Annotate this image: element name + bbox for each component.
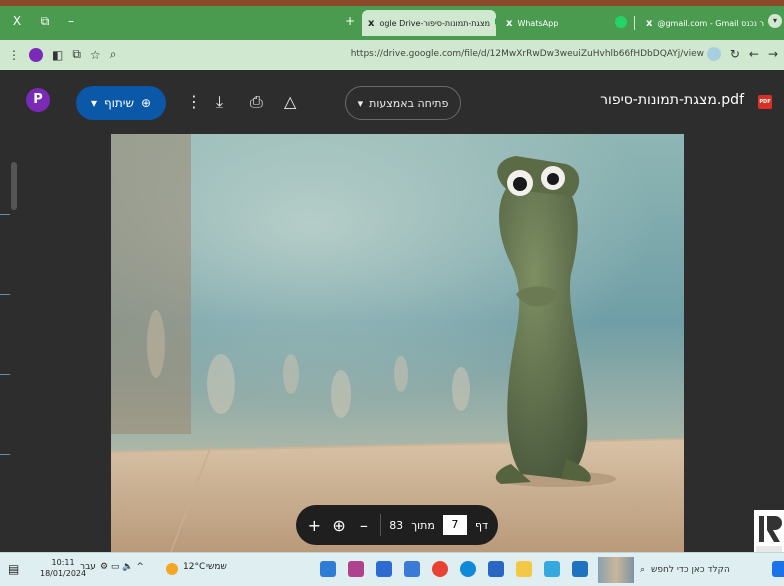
sheet-gridline	[0, 454, 10, 455]
crocodile-figurine-photo	[111, 134, 684, 552]
restore-window-button[interactable]: ⧉	[38, 14, 52, 29]
toolbar-right-icons: ↻ ← →	[706, 47, 778, 61]
tab-gmail[interactable]: x @gmail.com - Gmail דואר נכנס	[640, 10, 764, 36]
tab-whatsapp[interactable]: x WhatsApp	[500, 10, 596, 36]
taskbar-search[interactable]: ⌕ הקלד כאן כדי לחפש	[640, 559, 768, 581]
tab-label: ogle Drive-מצגת-תמונות-סיפור	[379, 18, 491, 28]
app-icon[interactable]	[376, 561, 392, 577]
tab-google-drive[interactable]: x ogle Drive-מצגת-תמונות-סיפור	[362, 10, 496, 36]
zoom-out-button[interactable]: –	[356, 516, 373, 535]
add-to-drive-icon[interactable]: △	[284, 92, 296, 111]
widget-thumbnail[interactable]	[598, 557, 634, 583]
forward-arrow-icon[interactable]: →	[768, 47, 778, 61]
search-placeholder: הקלד כאן כדי לחפש	[651, 565, 730, 575]
sheet-gridline	[0, 374, 10, 375]
scrollbar-thumb[interactable]	[11, 162, 17, 210]
open-with-button[interactable]: ▾ פתיחה באמצעות	[345, 86, 461, 120]
page-navigation: + ⊕ – 83 מתוך 7 דף	[296, 505, 498, 545]
url-text[interactable]: https://drive.google.com/file/d/12MwXrRw…	[351, 49, 704, 59]
windows-start-icon[interactable]	[772, 561, 784, 577]
site-info-icon[interactable]	[706, 47, 721, 61]
whatsapp-icon	[615, 16, 627, 28]
tab-close-icon[interactable]: x	[646, 18, 652, 29]
share-label: שיתוף	[103, 96, 134, 110]
page-label: דף	[474, 518, 489, 532]
share-button[interactable]: ▾ שיתוף ⊕	[76, 86, 166, 120]
weather-sun-icon	[166, 563, 178, 575]
weather-temp[interactable]: 12°C	[183, 562, 205, 572]
weather-desc[interactable]: שמשי	[206, 562, 227, 572]
document-page-image	[111, 134, 684, 552]
pdf-file-icon: PDF	[758, 95, 772, 109]
reload-icon[interactable]: ↻	[730, 47, 740, 61]
tray-icons[interactable]: ⚙ ▭ 🔈 ^	[100, 562, 144, 572]
tab-label: @gmail.com - Gmail דואר נכנס	[657, 18, 764, 28]
bookmark-star-icon[interactable]: ☆	[90, 48, 101, 62]
lens-search-icon[interactable]: ⌕	[110, 47, 117, 62]
notification-icon[interactable]: ▤	[8, 562, 19, 576]
mail-icon[interactable]	[488, 561, 504, 577]
back-arrow-icon[interactable]: ←	[749, 47, 759, 61]
app-icon[interactable]	[320, 561, 336, 577]
sheet-gridline	[0, 214, 10, 215]
word-icon[interactable]	[572, 561, 588, 577]
extensions-icon[interactable]: ⧉	[72, 47, 81, 62]
more-options-icon[interactable]: ⋮	[186, 92, 202, 111]
sidepanel-icon[interactable]: ◧	[52, 48, 63, 62]
google-drive-icon	[495, 17, 496, 29]
open-with-label: פתיחה באמצעות	[369, 96, 449, 110]
tab-close-icon[interactable]: x	[506, 18, 512, 29]
chrome-icon[interactable]	[432, 561, 448, 577]
tab-label: WhatsApp	[517, 18, 559, 28]
chevron-down-icon: ▾	[357, 96, 364, 110]
windows-taskbar: ▤ 10:11 18/01/2024 עבר ⚙ ▭ 🔈 ^ 12°C שמשי…	[0, 552, 784, 586]
sheet-gridline	[0, 294, 10, 295]
menu-kebab-icon[interactable]: ⋮	[8, 48, 20, 62]
store-icon[interactable]	[404, 561, 420, 577]
globe-icon: ⊕	[141, 96, 152, 110]
download-icon[interactable]: ⤓	[216, 92, 223, 112]
language-indicator[interactable]: עבר	[80, 562, 96, 572]
corner-logo	[754, 510, 784, 554]
avatar[interactable]: P	[26, 88, 50, 112]
window-top-edge	[0, 0, 784, 6]
app-icon[interactable]	[348, 561, 364, 577]
toolbar-left-icons: ⋮ ◧ ⧉ ☆ ⌕	[8, 47, 116, 62]
close-window-button[interactable]: X	[10, 14, 24, 28]
browser-tabstrip: X ⧉ – + x ogle Drive-מצגת-תמונות-סיפור x…	[0, 0, 784, 40]
viewer-content	[0, 134, 784, 552]
address-bar: ⋮ ◧ ⧉ ☆ ⌕ https://drive.google.com/file/…	[0, 40, 784, 70]
minimize-window-button[interactable]: –	[64, 14, 78, 28]
ir-logo-icon	[756, 514, 782, 552]
profile-icon[interactable]	[29, 47, 43, 62]
divider	[380, 514, 382, 536]
file-title: מצגת-תמונות-סיפור.pdf	[600, 92, 744, 108]
tab-divider	[634, 16, 635, 30]
viewer-toolbar: P ▾ שיתוף ⊕ ⋮ ⤓ ⎙ △ ▾ פתיחה באמצעות מצגת…	[0, 70, 784, 134]
tab-close-icon[interactable]: x	[368, 18, 374, 29]
of-label: מתוך	[411, 518, 435, 532]
search-icon: ⌕	[640, 565, 646, 575]
zoom-in-button[interactable]: +	[306, 516, 323, 535]
edge-icon[interactable]	[460, 561, 476, 577]
print-icon[interactable]: ⎙	[250, 92, 263, 112]
total-pages: 83	[389, 518, 404, 532]
chevron-down-icon: ▾	[90, 96, 97, 110]
current-page-input[interactable]: 7	[442, 515, 467, 535]
file-explorer-icon[interactable]	[516, 561, 532, 577]
app-icon[interactable]	[544, 561, 560, 577]
zoom-icon[interactable]: ⊕	[331, 516, 348, 535]
tab-search-chevron-icon[interactable]: ▾	[768, 14, 782, 28]
new-tab-button[interactable]: +	[343, 14, 357, 28]
